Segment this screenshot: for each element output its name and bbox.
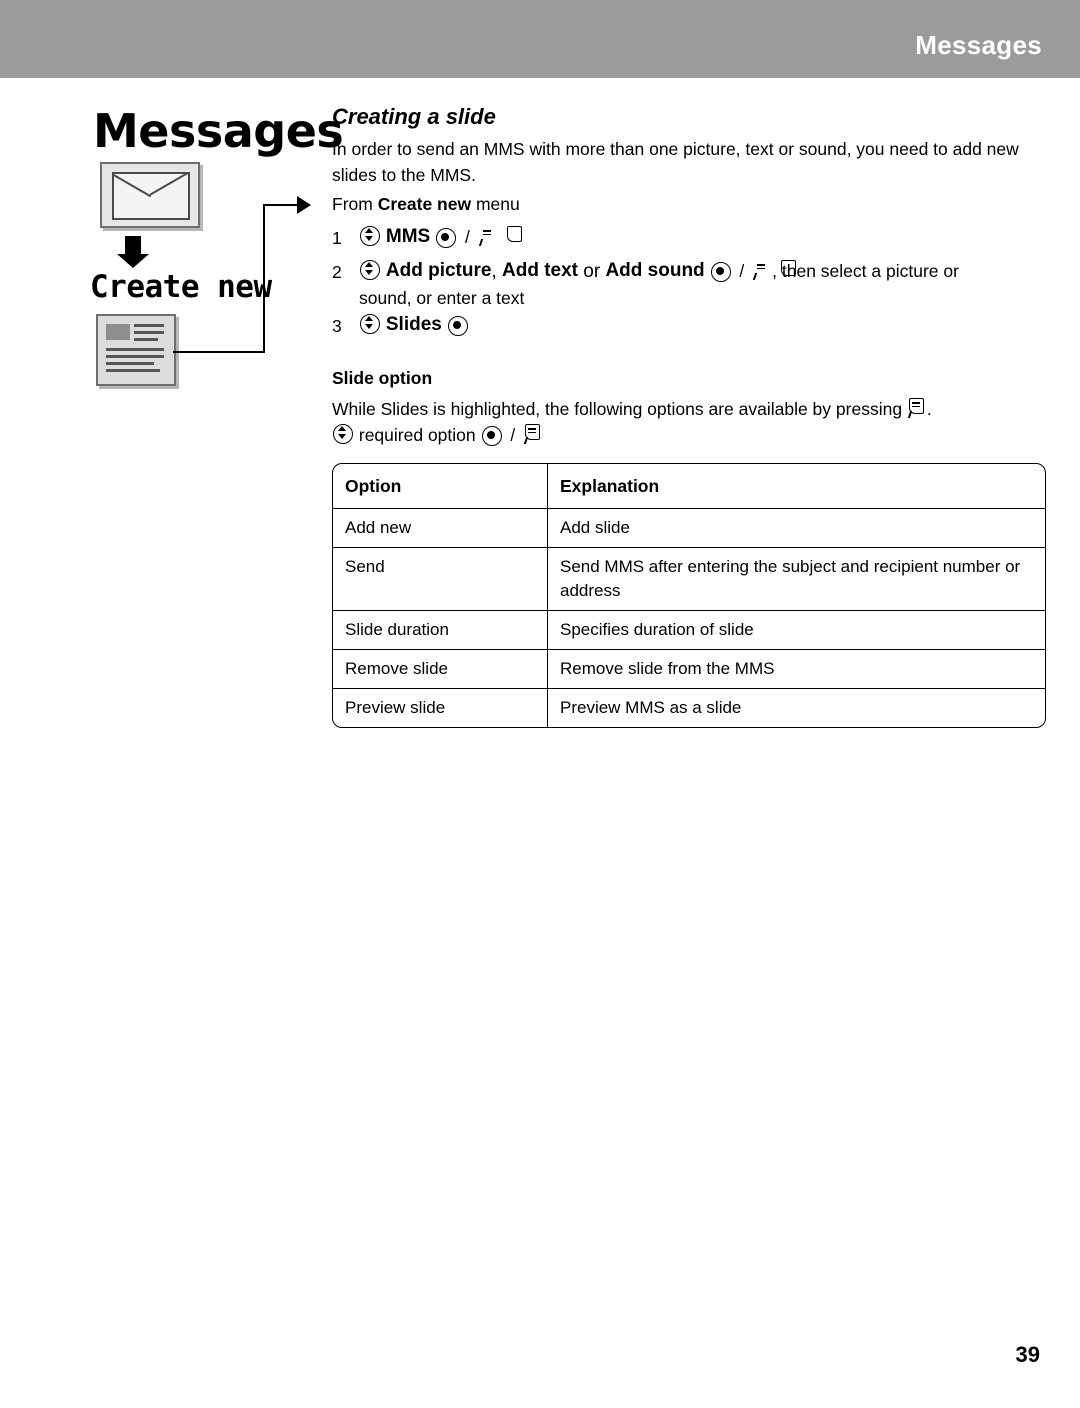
document-icon-line xyxy=(106,355,164,358)
create-new-menu-label: Create new xyxy=(90,269,272,305)
table-cell-option: Preview slide xyxy=(333,688,548,727)
chapter-title: Messages xyxy=(93,104,344,158)
nav-key-icon xyxy=(359,224,381,248)
key-separator: / xyxy=(510,425,516,445)
slide-option-description-period: . xyxy=(926,399,932,419)
step-2-tail-line2: sound, or enter a text xyxy=(359,288,525,308)
options-table: Option Explanation Add new Add slide Sen… xyxy=(332,463,1046,728)
table-cell-explanation: Specifies duration of slide xyxy=(547,610,1045,650)
nav-key-icon xyxy=(359,312,381,336)
connector-line-horizontal xyxy=(173,351,265,353)
step-2-bold-2: Add text xyxy=(502,260,578,281)
from-menu-line: From Create new menu xyxy=(332,194,520,215)
page-number: 39 xyxy=(1015,1342,1040,1367)
table-cell-explanation: Remove slide from the MMS xyxy=(547,649,1045,689)
document-icon-line xyxy=(134,331,164,334)
from-prefix: From xyxy=(332,194,378,214)
down-arrow-icon xyxy=(117,236,149,268)
table-cell-explanation: Add slide xyxy=(547,508,1045,548)
from-menu-bold: Create new xyxy=(377,194,472,214)
document-icon-line xyxy=(106,362,154,365)
step-2-body: Add picture, Add text or Add sound / , t… xyxy=(359,258,1044,311)
table-row: Remove slide Remove slide from the MMS xyxy=(333,649,1045,689)
step-2-number: 2 xyxy=(332,262,342,282)
document-icon-line xyxy=(134,338,158,341)
table-cell-option: Slide duration xyxy=(333,610,548,650)
connector-arrowhead xyxy=(297,196,311,214)
page-header-title: Messages xyxy=(915,30,1042,60)
step-3-body: Slides xyxy=(359,312,469,338)
envelope-icon xyxy=(100,162,200,228)
intro-paragraph: In order to send an MMS with more than o… xyxy=(332,139,1019,185)
slide-option-description: While Slides is highlighted, the followi… xyxy=(332,396,1052,422)
envelope-flap xyxy=(112,172,190,220)
document-icon-line xyxy=(106,369,160,372)
table-row: Slide duration Specifies duration of sli… xyxy=(333,610,1045,650)
nav-key-icon xyxy=(332,422,354,446)
table-cell-explanation: Preview MMS as a slide xyxy=(547,688,1045,727)
document-icon-block xyxy=(106,324,130,340)
connector-line-top xyxy=(263,204,299,206)
select-key-icon xyxy=(435,226,457,248)
table-cell-option: Add new xyxy=(333,508,548,548)
select-key-icon xyxy=(710,260,732,282)
table-header-row: Option Explanation xyxy=(333,464,1045,509)
document-icon-line xyxy=(106,348,164,351)
table-row: Add new Add slide xyxy=(333,508,1045,548)
from-suffix: menu xyxy=(471,194,520,214)
select-key-icon xyxy=(447,314,469,336)
slide-option-heading: Slide option xyxy=(332,368,433,388)
step-1: 1 MMS / xyxy=(332,224,522,250)
document-icon xyxy=(96,314,176,386)
step-1-label: MMS xyxy=(385,226,431,247)
table-cell-explanation: Send MMS after entering the subject and … xyxy=(547,547,1045,611)
softkey-icon xyxy=(478,224,522,248)
required-option-label: required option xyxy=(358,425,476,445)
table-row: Preview slide Preview MMS as a slide xyxy=(333,688,1045,727)
required-option-line: required option / xyxy=(332,422,543,446)
slide-option-description-text: While Slides is highlighted, the followi… xyxy=(332,399,907,419)
table-cell-option: Remove slide xyxy=(333,649,548,689)
step-2-tail: , then select a picture or xyxy=(772,261,959,281)
step-3-label: Slides xyxy=(385,314,442,335)
step-1-body: MMS / xyxy=(359,224,522,250)
softkey-icon xyxy=(907,396,927,420)
softkey-icon xyxy=(523,422,543,446)
table-cell-option: Send xyxy=(333,547,548,611)
step-2-bold-1: Add picture xyxy=(385,260,492,281)
step-1-number: 1 xyxy=(332,228,342,248)
connector-line-vertical xyxy=(263,205,265,353)
select-key-icon xyxy=(481,424,503,446)
nav-key-icon xyxy=(359,258,381,282)
table-header-option: Option xyxy=(333,464,548,509)
step-3-number: 3 xyxy=(332,316,342,336)
section-title: Creating a slide xyxy=(332,104,496,129)
step-3: 3 Slides xyxy=(332,312,469,338)
document-icon-line xyxy=(134,324,164,327)
step-2-or: or xyxy=(578,261,606,282)
step-2-comma-1: , xyxy=(491,261,502,282)
step-2-bold-3: Add sound xyxy=(605,260,705,281)
softkey-icon xyxy=(752,258,797,282)
table-row: Send Send MMS after entering the subject… xyxy=(333,547,1045,611)
key-separator: / xyxy=(739,261,745,281)
table-header-explanation: Explanation xyxy=(547,464,1045,509)
key-separator: / xyxy=(464,227,470,247)
step-2: 2 Add picture, Add text or Add sound / ,… xyxy=(332,258,1044,311)
